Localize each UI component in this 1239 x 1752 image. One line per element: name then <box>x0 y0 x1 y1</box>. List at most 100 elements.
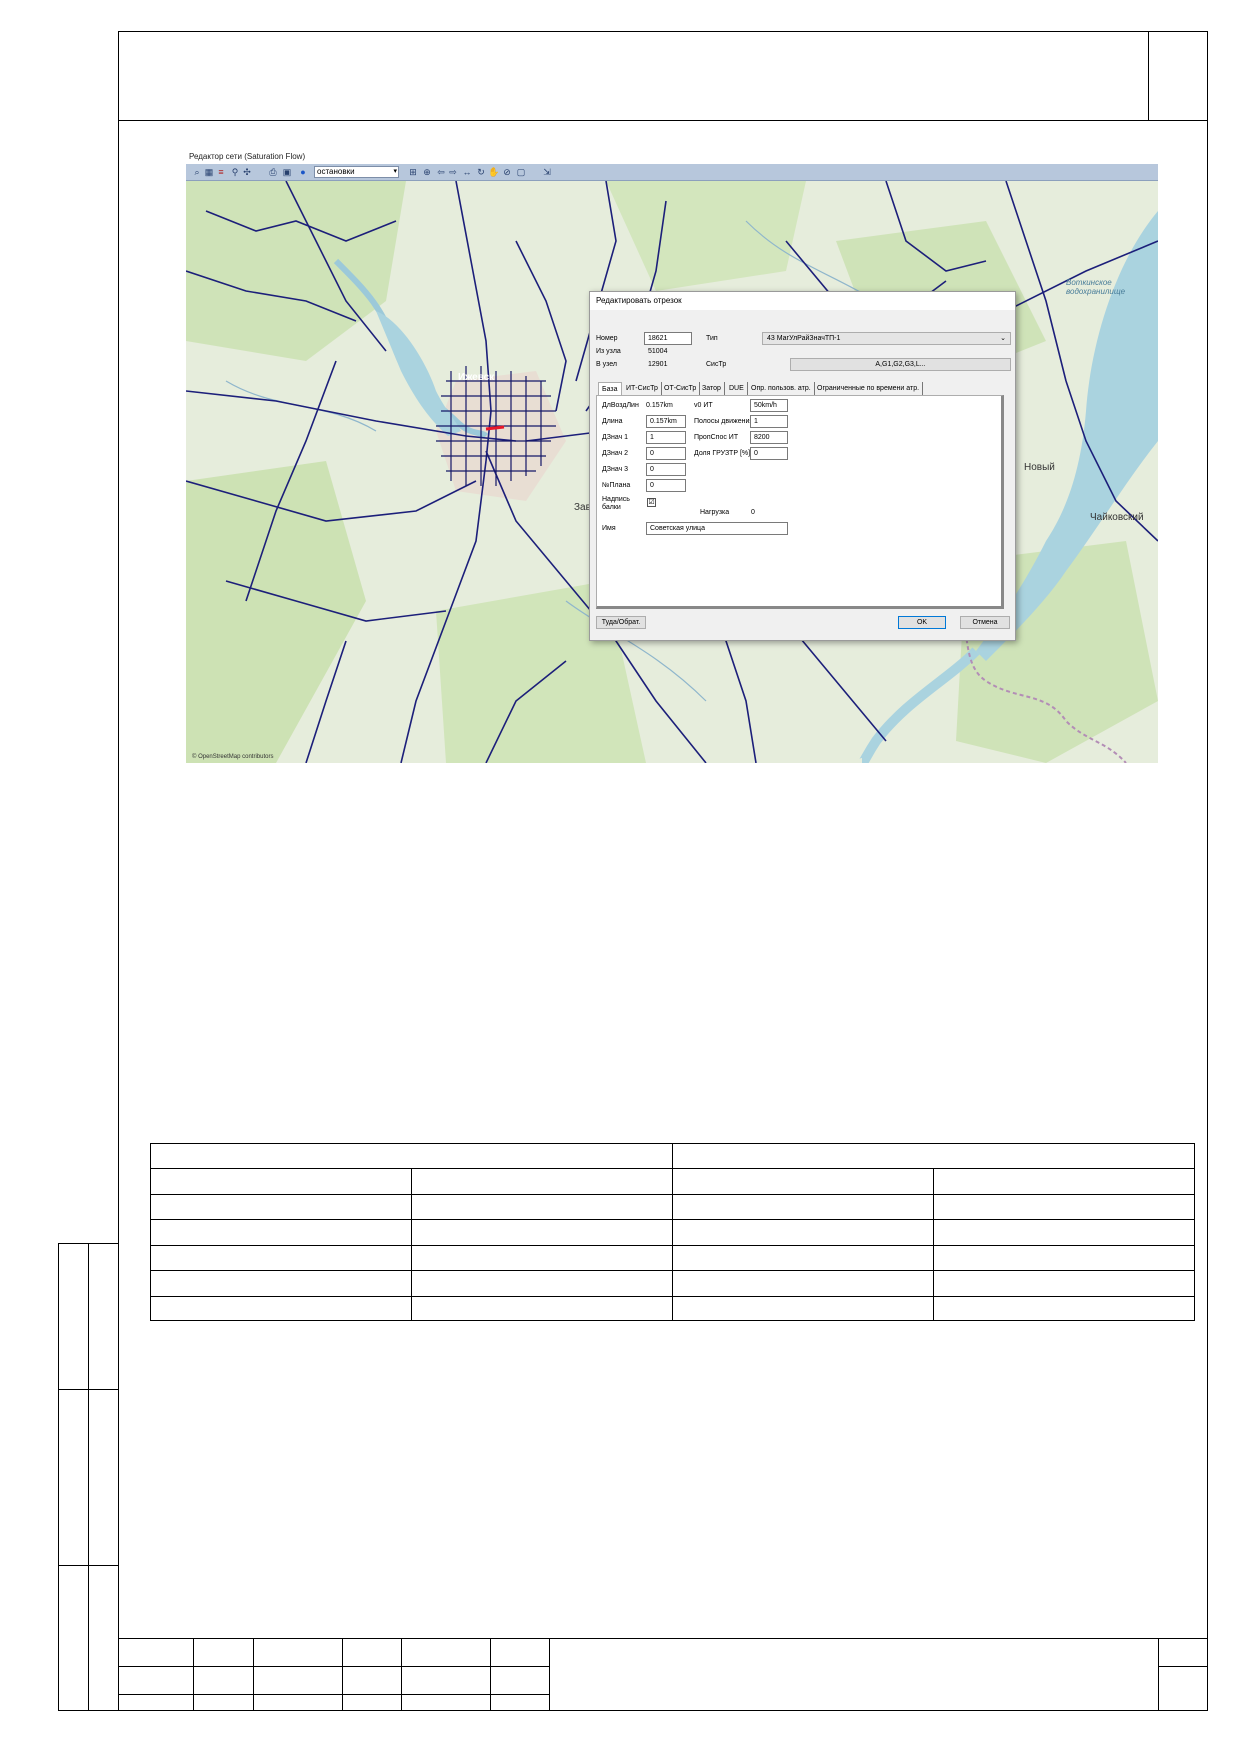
filter-icon[interactable]: ⚲ <box>230 167 240 177</box>
map-label-izhevsk: Ижевск <box>458 372 495 383</box>
back-icon[interactable]: ⇦ <box>436 167 446 177</box>
tab-it-systr[interactable]: ИТ-СисТр <box>623 382 662 395</box>
grid-icon[interactable]: ⊞ <box>408 167 418 177</box>
from-node-value: 51004 <box>648 348 668 355</box>
side-stamp-outer <box>58 1243 59 1711</box>
network-icon[interactable]: ✣ <box>242 167 252 177</box>
layers-icon[interactable]: ≡ <box>216 167 226 177</box>
header-divider <box>118 120 1208 121</box>
layer-select[interactable]: остановки ▾ <box>314 166 399 178</box>
table-col <box>411 1168 412 1321</box>
hand-icon[interactable]: ✋ <box>488 167 499 177</box>
frame-top-line <box>118 31 1208 32</box>
dznach2-label: ДЗнач 2 <box>602 450 629 457</box>
table-col <box>150 1143 151 1321</box>
length-label: Длина <box>602 418 623 425</box>
lanes-field[interactable]: 1 <box>750 415 788 428</box>
systr-label: СисТр <box>706 361 727 368</box>
frame-right-line <box>1207 31 1208 1711</box>
frame-left-line <box>118 31 119 1711</box>
stamp-col <box>490 1638 491 1710</box>
stamp-col <box>193 1638 194 1710</box>
frame-bottom-line <box>58 1710 1208 1711</box>
binoculars-icon[interactable]: ⌕ <box>192 167 202 177</box>
side-stamp-div1 <box>58 1389 118 1390</box>
v0-label: v0 ИТ <box>694 402 713 409</box>
table-icon[interactable]: ▦ <box>204 167 214 177</box>
truck-share-label: Доля ГРУЗТР [%] <box>694 450 751 457</box>
tab-user-attr[interactable]: Опр. пользов. атр. <box>748 382 815 395</box>
table-col <box>1194 1143 1195 1321</box>
side-stamp-inner <box>88 1243 89 1711</box>
capacity-field[interactable]: 8200 <box>750 431 788 444</box>
v0-field[interactable]: 50km/h <box>750 399 788 412</box>
reverse-button[interactable]: Туда/Обрат. <box>596 616 646 629</box>
tab-congestion[interactable]: Затор <box>699 382 725 395</box>
from-node-label: Из узла <box>596 348 621 355</box>
number-label: Номер <box>596 335 618 342</box>
stamp-line <box>118 1638 1208 1639</box>
dlvozdlin-value: 0.157km <box>646 402 673 409</box>
zoom-extent-icon[interactable]: ▢ <box>516 167 526 177</box>
dznach3-field[interactable]: 0 <box>646 463 686 476</box>
image-icon[interactable]: ▣ <box>282 167 292 177</box>
load-value: 0 <box>751 509 755 516</box>
map-label-reservoir: Воткинское водохранилище <box>1066 278 1126 296</box>
layer-select-value: остановки <box>317 167 355 176</box>
tab-base[interactable]: База <box>598 382 622 395</box>
side-stamp-div2 <box>58 1565 118 1566</box>
header-sheet-box-line <box>1148 31 1149 121</box>
dialog-title: Редактировать отрезок <box>590 292 1015 310</box>
side-stamp-top <box>58 1243 118 1244</box>
export-icon[interactable]: ⇲ <box>542 167 552 177</box>
systr-button[interactable]: A,G1,G2,G3,L... <box>790 358 1011 371</box>
toolbar: ⌕ ▦ ≡ ⚲ ✣ ⎙ ▣ ● остановки ▾ ⊞ ⊕ ⇦ ⇨ ↔ ↻ … <box>186 164 1158 181</box>
load-label: Нагрузка <box>700 509 730 516</box>
measure-icon[interactable]: ⊘ <box>502 167 512 177</box>
tab-ot-systr[interactable]: ОТ-СисТр <box>661 382 701 395</box>
stamp-col <box>401 1638 402 1710</box>
to-node-value: 12901 <box>648 361 668 368</box>
plan-field[interactable]: 0 <box>646 479 686 492</box>
forward-icon[interactable]: ⇨ <box>448 167 458 177</box>
stamp-line <box>118 1694 550 1695</box>
length-field[interactable]: 0.157km <box>646 415 686 428</box>
table-col <box>672 1143 673 1321</box>
type-dropdown[interactable]: 43 МагУлРайЗначТП-1 ⌄ <box>762 332 1011 345</box>
pan-icon[interactable]: ↔ <box>462 167 472 177</box>
print-icon[interactable]: ⎙ <box>268 167 278 177</box>
tab-time-attr[interactable]: Ограниченные по времени атр. <box>814 382 924 395</box>
stamp-col <box>1158 1638 1159 1710</box>
nadpis-label: Надпись балки <box>602 496 630 511</box>
map-attribution: © OpenStreetMap contributors <box>192 754 274 760</box>
tab-due[interactable]: DUE <box>726 382 748 395</box>
globe-icon[interactable]: ● <box>298 167 308 177</box>
to-node-label: В узел <box>596 361 617 368</box>
map-label-chaykovsky: Чайковский <box>1090 512 1144 523</box>
cancel-button[interactable]: Отмена <box>960 616 1010 629</box>
type-label: Тип <box>706 335 718 342</box>
table-col <box>933 1168 934 1321</box>
zoom-icon[interactable]: ⊕ <box>422 167 432 177</box>
dznach2-field[interactable]: 0 <box>646 447 686 460</box>
number-field[interactable]: 18621 <box>644 332 692 345</box>
dznach3-label: ДЗнач 3 <box>602 466 629 473</box>
stamp-col <box>342 1638 343 1710</box>
lanes-label: Полосы движения <box>694 418 754 425</box>
type-dropdown-value: 43 МагУлРайЗначТП-1 <box>767 335 841 342</box>
name-field[interactable]: Советская улица <box>646 522 788 535</box>
chevron-down-icon: ⌄ <box>1000 335 1006 342</box>
nadpis-checkbox[interactable]: ☑ <box>647 498 656 507</box>
refresh-icon[interactable]: ↻ <box>476 167 486 177</box>
dlvozdlin-label: ДлВоздЛин <box>602 402 639 409</box>
edit-link-dialog: Редактировать отрезок Номер 18621 Тип 43… <box>589 291 1016 641</box>
stamp-col <box>549 1638 550 1710</box>
dznach1-label: ДЗнач 1 <box>602 434 629 441</box>
stamp-line <box>1158 1666 1208 1667</box>
window-title: Редактор сети (Saturation Flow) <box>186 150 1158 164</box>
chevron-down-icon: ▾ <box>393 168 397 175</box>
ok-button[interactable]: OK <box>898 616 946 629</box>
name-label: Имя <box>602 525 616 532</box>
dznach1-field[interactable]: 1 <box>646 431 686 444</box>
truck-share-field[interactable]: 0 <box>750 447 788 460</box>
